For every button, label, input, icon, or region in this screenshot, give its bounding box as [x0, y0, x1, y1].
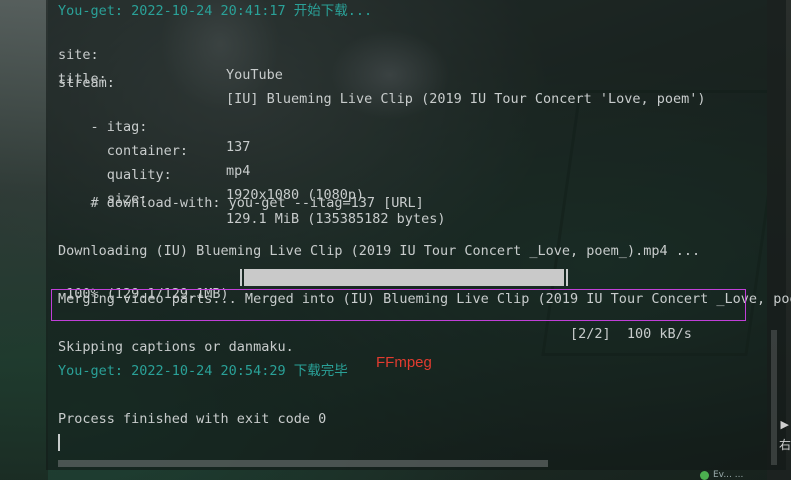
- console-line-stream: stream:: [58, 75, 115, 91]
- download-progress-bar: [240, 269, 568, 286]
- console-line-exit: Process finished with exit code 0: [58, 411, 327, 427]
- container-value: mp4: [226, 163, 251, 179]
- console-line-title: title: [IU] Blueming Live Clip (2019 IU …: [58, 49, 706, 107]
- console-line-skipping: Skipping captions or danmaku.: [58, 339, 294, 355]
- console-line-site: site: YouTube: [58, 25, 283, 83]
- console-line-downloading: Downloading (IU) Blueming Live Clip (201…: [58, 243, 701, 259]
- side-tab-label[interactable]: 右: [779, 436, 791, 453]
- console-output[interactable]: You-get: 2022-10-24 20:41:17 开始下载... sit…: [58, 0, 791, 480]
- itag-value: 137: [226, 139, 251, 155]
- expand-arrow-icon[interactable]: ▶: [781, 418, 789, 431]
- progress-suffix: [2/2] 100 kB/s: [570, 326, 692, 342]
- status-bar-item[interactable]: Ev... ...: [700, 470, 770, 480]
- console-line-size: size: 129.1 MiB (135385182 bytes): [58, 169, 446, 227]
- site-value: YouTube: [226, 67, 283, 83]
- console-line-start: You-get: 2022-10-24 20:41:17 开始下载...: [58, 3, 373, 19]
- console-line-quality: quality: 1920x1080 (1080p): [58, 145, 364, 203]
- title-value: [IU] Blueming Live Clip (2019 IU Tour Co…: [226, 91, 706, 107]
- status-dot-icon: [700, 470, 709, 480]
- console-line-itag: - itag: 137: [58, 97, 251, 155]
- run-console[interactable]: [46, 0, 786, 470]
- vertical-scrollbar[interactable]: [771, 330, 777, 465]
- console-line-download-with: # download-with: you-get --itag=137 [URL…: [58, 195, 424, 211]
- ffmpeg-annotation: FFmpeg: [376, 354, 432, 371]
- console-line-container: container: mp4: [58, 121, 251, 179]
- status-text: Ev... ...: [713, 470, 744, 480]
- desktop-background: You-get: 2022-10-24 20:41:17 开始下载... sit…: [0, 0, 791, 480]
- console-line-finished: You-get: 2022-10-24 20:54:29 下载完毕: [58, 363, 348, 379]
- wallpaper-left-art: [0, 0, 48, 480]
- text-cursor: [58, 434, 60, 451]
- download-progress-fill: [244, 269, 564, 286]
- merge-highlight-box: [51, 289, 746, 321]
- horizontal-scrollbar[interactable]: [58, 460, 548, 467]
- console-line-progress: 100% (129.1/129.1MB) [2/2] 100 kB/s: [58, 264, 718, 342]
